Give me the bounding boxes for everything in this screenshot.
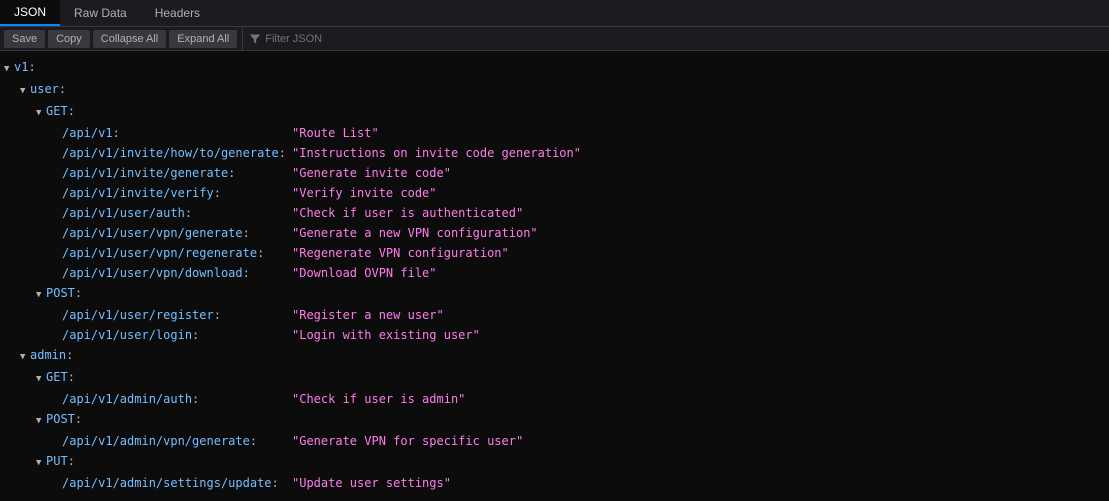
json-node: /api/v1: "Route List"	[4, 123, 1105, 143]
toggle-icon[interactable]: ▼	[20, 81, 30, 101]
colon: :	[243, 266, 250, 280]
json-key: /api/v1	[62, 126, 113, 140]
toggle-icon[interactable]: ▼	[36, 453, 46, 473]
json-node: /api/v1/invite/generate: "Generate invite…	[4, 163, 1105, 183]
json-value: "Verify invite code"	[292, 186, 437, 200]
json-key: /api/v1/user/vpn/generate	[62, 226, 243, 240]
colon: :	[75, 286, 82, 300]
colon: :	[68, 454, 75, 468]
colon: :	[113, 126, 120, 140]
toggle-icon[interactable]: ▼	[36, 103, 46, 123]
json-value: "Generate a new VPN configuration"	[292, 226, 538, 240]
copy-button[interactable]: Copy	[48, 30, 90, 48]
json-node: /api/v1/user/auth: "Check if user is auth…	[4, 203, 1105, 223]
json-node: /api/v1/invite/verify: "Verify invite cod…	[4, 183, 1105, 203]
colon: :	[243, 226, 250, 240]
toggle-icon[interactable]: ▼	[36, 411, 46, 431]
json-key: user	[30, 82, 59, 96]
colon: :	[192, 392, 199, 406]
expand-all-button[interactable]: Expand All	[169, 30, 237, 48]
json-node: /api/v1/user/vpn/generate: "Generate a ne…	[4, 223, 1105, 243]
json-value: "Instructions on invite code generation"	[292, 146, 581, 160]
tab-headers[interactable]: Headers	[141, 0, 214, 26]
viewer-tabs: JSON Raw Data Headers	[0, 0, 1109, 27]
json-value: "Generate invite code"	[292, 166, 451, 180]
json-node: ▼admin:	[4, 345, 1105, 367]
json-key: /api/v1/user/vpn/regenerate	[62, 246, 257, 260]
colon: :	[250, 434, 257, 448]
json-key: /api/v1/admin/auth	[62, 392, 192, 406]
json-node: ▼POST:	[4, 409, 1105, 431]
colon: :	[68, 370, 75, 384]
json-key: v1	[14, 60, 28, 74]
colon: :	[75, 412, 82, 426]
json-value: "Generate VPN for specific user"	[292, 434, 523, 448]
tab-json[interactable]: JSON	[0, 0, 60, 26]
json-key: POST	[46, 286, 75, 300]
toggle-icon[interactable]: ▼	[20, 347, 30, 367]
json-value: "Register a new user"	[292, 308, 444, 322]
filter-wrap	[242, 27, 385, 50]
filter-icon	[249, 33, 261, 45]
json-key: POST	[46, 412, 75, 426]
colon: :	[185, 206, 192, 220]
colon: :	[257, 246, 264, 260]
colon: :	[272, 476, 279, 490]
json-key: /api/v1/user/register	[62, 308, 214, 322]
json-key: /api/v1/invite/verify	[62, 186, 214, 200]
json-node: ▼PUT:	[4, 451, 1105, 473]
json-key: GET	[46, 104, 68, 118]
json-value: "Route List"	[292, 126, 379, 140]
toggle-icon[interactable]: ▼	[4, 59, 14, 79]
json-node: ▼GET:	[4, 367, 1105, 389]
json-key: /api/v1/invite/how/to/generate	[62, 146, 279, 160]
json-key: GET	[46, 370, 68, 384]
json-node: ▼GET:	[4, 101, 1105, 123]
json-key: /api/v1/user/login	[62, 328, 192, 342]
json-value: "Check if user is authenticated"	[292, 206, 523, 220]
json-key: admin	[30, 348, 66, 362]
collapse-all-button[interactable]: Collapse All	[93, 30, 166, 48]
colon: :	[228, 166, 235, 180]
json-key: PUT	[46, 454, 68, 468]
json-key: /api/v1/admin/vpn/generate	[62, 434, 250, 448]
json-key: /api/v1/user/vpn/download	[62, 266, 243, 280]
colon: :	[279, 146, 286, 160]
colon: :	[214, 186, 221, 200]
colon: :	[59, 82, 66, 96]
colon: :	[28, 60, 35, 74]
colon: :	[214, 308, 221, 322]
toggle-icon[interactable]: ▼	[36, 369, 46, 389]
json-key: /api/v1/admin/settings/update	[62, 476, 272, 490]
json-node: ▼v1:	[4, 57, 1105, 79]
colon: :	[192, 328, 199, 342]
json-value: "Update user settings"	[292, 476, 451, 490]
json-node: /api/v1/user/register: "Register a new us…	[4, 305, 1105, 325]
json-node: /api/v1/user/login: "Login with existing …	[4, 325, 1105, 345]
json-key: /api/v1/invite/generate	[62, 166, 228, 180]
json-node: ▼user:	[4, 79, 1105, 101]
json-tree: ▼v1:▼user:▼GET:/api/v1:"Route List"/api/…	[0, 51, 1109, 499]
colon: :	[66, 348, 73, 362]
json-node: /api/v1/invite/how/to/generate: "Instruct…	[4, 143, 1105, 163]
json-value: "Check if user is admin"	[292, 392, 465, 406]
json-key: /api/v1/user/auth	[62, 206, 185, 220]
json-value: "Download OVPN file"	[292, 266, 437, 280]
json-value: "Regenerate VPN configuration"	[292, 246, 509, 260]
tab-raw-data[interactable]: Raw Data	[60, 0, 141, 26]
toolbar: Save Copy Collapse All Expand All	[0, 27, 1109, 51]
json-node: /api/v1/admin/auth: "Check if user is adm…	[4, 389, 1105, 409]
colon: :	[68, 104, 75, 118]
filter-input[interactable]	[265, 33, 385, 45]
json-node: /api/v1/user/vpn/regenerate: "Regenerate …	[4, 243, 1105, 263]
json-node: /api/v1/admin/vpn/generate: "Generate VPN…	[4, 431, 1105, 451]
toggle-icon[interactable]: ▼	[36, 285, 46, 305]
json-node: /api/v1/user/vpn/download: "Download OVPN…	[4, 263, 1105, 283]
json-node: ▼POST:	[4, 283, 1105, 305]
json-node: /api/v1/admin/settings/update: "Update us…	[4, 473, 1105, 493]
json-value: "Login with existing user"	[292, 328, 480, 342]
save-button[interactable]: Save	[4, 30, 45, 48]
